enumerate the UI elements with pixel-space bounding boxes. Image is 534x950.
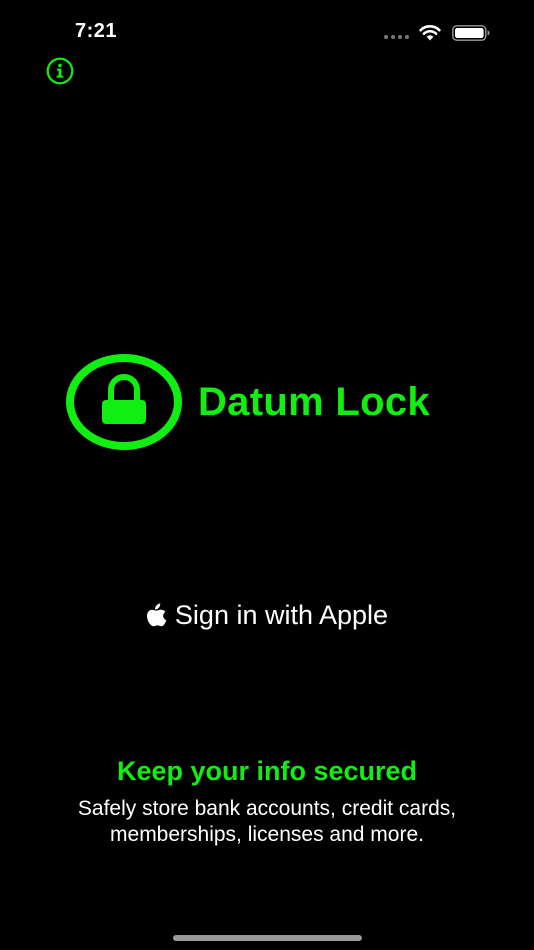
home-indicator[interactable] <box>173 935 362 941</box>
description: Safely store bank accounts, credit cards… <box>17 796 517 848</box>
sign-in-with-apple-button[interactable]: Sign in with Apple <box>107 592 427 638</box>
description-line: Safely store bank accounts, credit cards… <box>77 797 457 820</box>
tagline: Keep your info secured <box>116 756 418 786</box>
sign-in-label: Sign in with Apple <box>174 599 389 630</box>
wifi-icon <box>419 25 441 41</box>
lock-icon <box>66 354 182 450</box>
info-button[interactable] <box>46 57 74 85</box>
cellular-signal-icon <box>384 35 409 39</box>
brand-lockup: Datum Lock <box>64 352 484 452</box>
apple-logo-icon <box>146 603 167 627</box>
status-bar: 7:21 <box>0 0 534 60</box>
battery-icon <box>452 25 490 41</box>
status-time: 7:21 <box>75 20 118 42</box>
description-line: memberships, licenses and more. <box>110 823 424 846</box>
info-icon <box>46 57 74 85</box>
app-name: Datum Lock <box>198 380 430 424</box>
